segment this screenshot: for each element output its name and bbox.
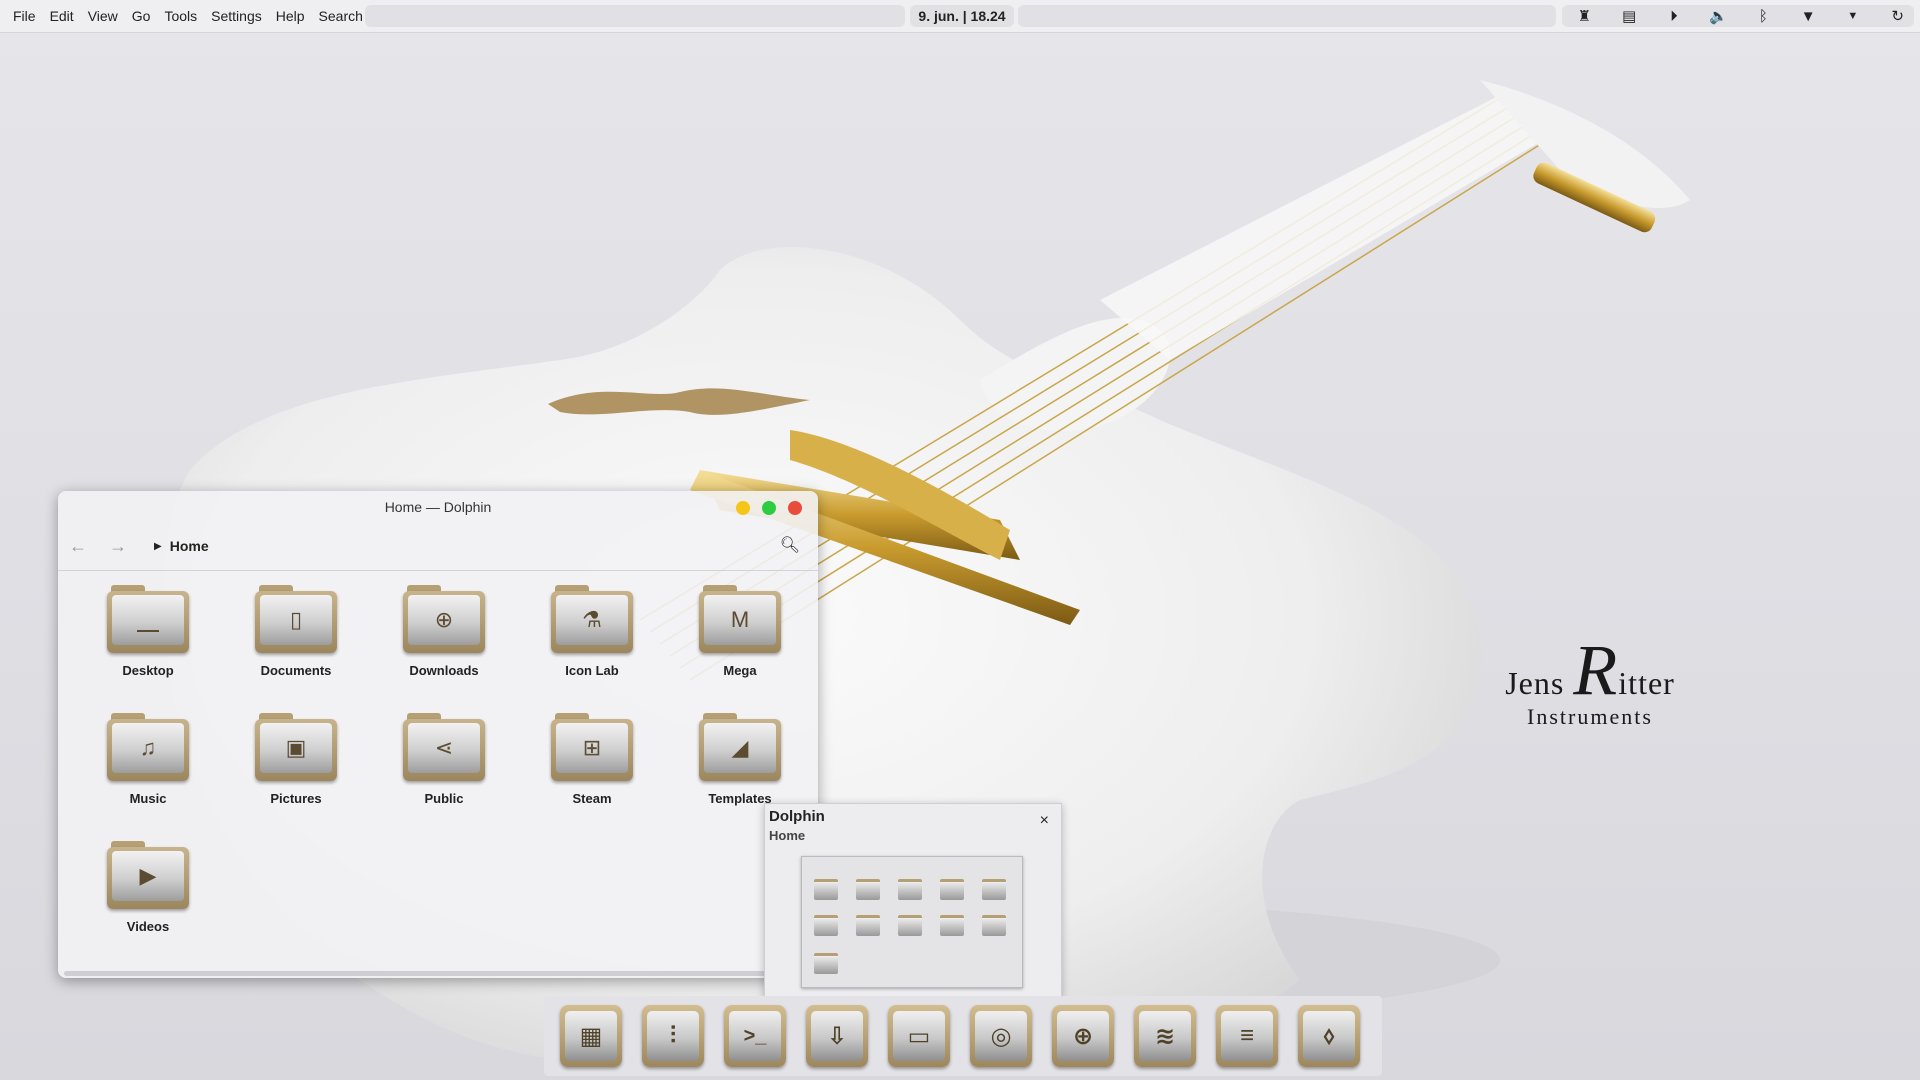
media-play-icon[interactable]: ⏵	[1652, 8, 1697, 25]
folder-label: Steam	[572, 791, 612, 806]
folder-icon: ▯	[255, 585, 337, 653]
folder-label: Downloads	[409, 663, 479, 678]
folder-desktop[interactable]: ⎽ Desktop	[78, 585, 218, 678]
folder-icon: ⋖	[403, 713, 485, 781]
folder-label: Music	[129, 791, 167, 806]
menu-tools[interactable]: Tools	[157, 8, 204, 24]
clock[interactable]: 9. jun. | 18.24	[910, 5, 1014, 27]
dock-panel: ▦ ⫶ >_ ⇩ ▭ ◎ ⊕ ≋ ≡ ⬨	[544, 996, 1382, 1076]
back-arrow-icon[interactable]: ←	[58, 536, 98, 557]
folder-icon: ⊕	[403, 585, 485, 653]
folder-icon: ▶	[107, 841, 189, 909]
maximize-button[interactable]	[762, 501, 776, 515]
menu-file[interactable]: File	[6, 8, 43, 24]
notifications-icon[interactable]: ♜	[1562, 7, 1607, 25]
window-title: Home — Dolphin	[384, 499, 492, 515]
forward-arrow-icon[interactable]: →	[98, 536, 138, 557]
volume-icon[interactable]: 🔈	[1696, 7, 1741, 25]
breadcrumb-home[interactable]: Home	[170, 538, 209, 554]
folder-icon: ◢	[699, 713, 781, 781]
close-icon[interactable]: ×	[1040, 812, 1049, 830]
folder-videos[interactable]: ▶ Videos	[78, 841, 218, 934]
minimize-button[interactable]	[736, 501, 750, 515]
folder-documents[interactable]: ▯ Documents	[226, 585, 366, 678]
dolphin-toolbar: ← → ▶ Home	[58, 527, 818, 565]
close-button[interactable]	[788, 501, 802, 515]
package-installer-icon[interactable]: ⇩	[806, 1005, 868, 1067]
folder-icon: ♫	[107, 713, 189, 781]
preview-subtitle: Home	[769, 828, 806, 843]
chrome-icon[interactable]: ◎	[970, 1005, 1032, 1067]
app-grid-icon[interactable]: ▦	[560, 1005, 622, 1067]
system-tray: ♜ ▤ ⏵ 🔈 ᛒ ▼ ▼ ↻	[1562, 0, 1920, 32]
breadcrumb-arrow-icon: ▶	[154, 540, 162, 552]
mixer-icon[interactable]: ⫶	[642, 1005, 704, 1067]
folder-icon-lab[interactable]: ⚗ Icon Lab	[522, 585, 662, 678]
folder-icon: ▣	[255, 713, 337, 781]
folder-mega[interactable]: M Mega	[670, 585, 810, 678]
task-preview-popup[interactable]: Dolphin Home ×	[764, 803, 1062, 997]
terminal-icon[interactable]: >_	[724, 1005, 786, 1067]
logout-icon[interactable]: ↻	[1875, 7, 1920, 25]
folder-label: Documents	[260, 663, 332, 678]
menu-go[interactable]: Go	[125, 8, 158, 24]
breadcrumb[interactable]: ▶ Home	[154, 538, 209, 554]
clipboard-icon[interactable]: ▤	[1607, 7, 1652, 25]
menu-search[interactable]: Search	[312, 8, 370, 24]
bluetooth-icon[interactable]: ᛒ	[1741, 8, 1786, 25]
store-icon[interactable]: ⬨	[1298, 1005, 1360, 1067]
folder-label: Videos	[126, 919, 170, 934]
preview-thumbnail[interactable]	[801, 856, 1023, 988]
global-menu: File Edit View Go Tools Settings Help Se…	[6, 8, 370, 24]
spotify-icon[interactable]: ≋	[1134, 1005, 1196, 1067]
folder-music[interactable]: ♫ Music	[78, 713, 218, 806]
expand-arrow-icon[interactable]: ▼	[1831, 10, 1876, 22]
folder-label: Desktop	[122, 663, 174, 678]
preview-title: Dolphin	[769, 808, 825, 825]
dolphin-window: Home — Dolphin ← → ▶ Home 🔍︎ ⎽ Desktop ▯…	[58, 491, 818, 978]
gamepad-icon[interactable]: ⊕	[1052, 1005, 1114, 1067]
wallpaper-brand-logo: Jens Ritter Instruments	[1505, 630, 1675, 729]
folder-icon: ⎽	[107, 585, 189, 653]
menu-edit[interactable]: Edit	[43, 8, 81, 24]
folder-icon: ⊞	[551, 713, 633, 781]
menu-help[interactable]: Help	[269, 8, 312, 24]
toolbar-divider	[58, 570, 818, 571]
top-panel: File Edit View Go Tools Settings Help Se…	[0, 0, 1920, 33]
folder-label: Pictures	[270, 791, 322, 806]
panel-spacer-left	[365, 5, 905, 27]
wifi-icon[interactable]: ▼	[1786, 8, 1831, 25]
folder-downloads[interactable]: ⊕ Downloads	[374, 585, 514, 678]
folder-label: Icon Lab	[565, 663, 619, 678]
folder-label: Mega	[723, 663, 757, 678]
window-bottom-bar	[64, 971, 812, 976]
folder-icon: ⚗	[551, 585, 633, 653]
panel-spacer-right	[1018, 5, 1556, 27]
folder-templates[interactable]: ◢ Templates	[670, 713, 810, 806]
menu-settings[interactable]: Settings	[204, 8, 269, 24]
search-icon[interactable]: 🔍︎	[780, 535, 800, 555]
folder-icon: M	[699, 585, 781, 653]
layers-icon[interactable]: ≡	[1216, 1005, 1278, 1067]
folder-steam[interactable]: ⊞ Steam	[522, 713, 662, 806]
folder-pictures[interactable]: ▣ Pictures	[226, 713, 366, 806]
folder-label: Public	[424, 791, 464, 806]
file-manager-icon[interactable]: ▭	[888, 1005, 950, 1067]
folder-public[interactable]: ⋖ Public	[374, 713, 514, 806]
menu-view[interactable]: View	[81, 8, 125, 24]
